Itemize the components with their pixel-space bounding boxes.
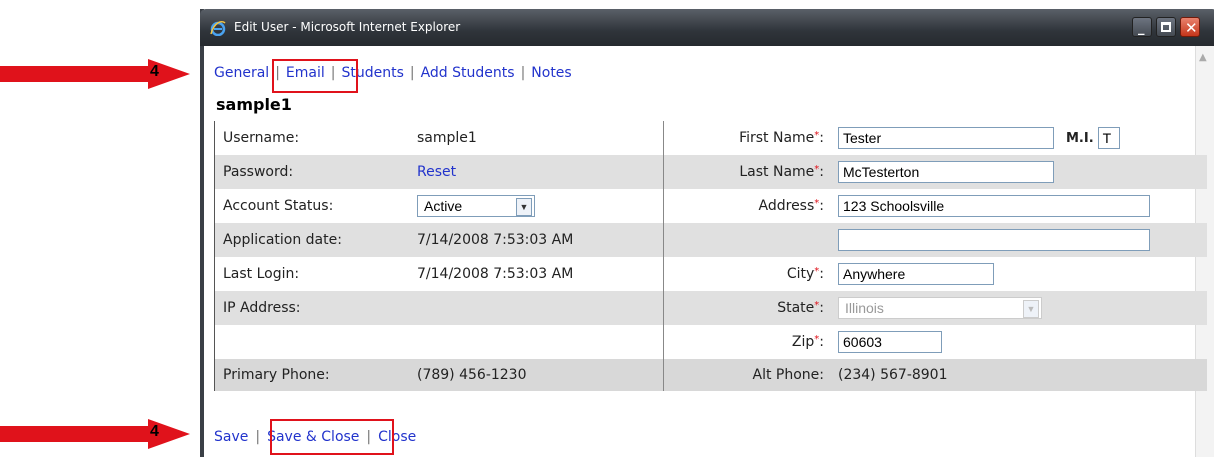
edit-user-window: Edit User - Microsoft Internet Explorer …: [200, 9, 1214, 457]
email-tab-highlight: [272, 59, 358, 93]
arrow-icon: [0, 419, 190, 449]
primary-phone-label: Primary Phone:: [214, 359, 409, 391]
application-date-value: 7/14/2008 7:53:03 AM: [409, 223, 664, 257]
city-label: City: [786, 266, 815, 282]
chevron-down-icon[interactable]: ▼: [1023, 300, 1039, 318]
tab-add-students[interactable]: Add Students: [421, 65, 515, 81]
last-name-label: Last Name: [739, 164, 815, 180]
application-date-label: Application date:: [214, 223, 409, 257]
ip-address-label: IP Address:: [214, 291, 409, 325]
address2-label-cell: [663, 223, 830, 257]
maximize-icon: [1161, 22, 1171, 32]
form-row: Account Status: Active ▼ Address*: 123 Sc…: [214, 189, 1207, 223]
ip-address-value: [409, 291, 664, 325]
reset-password-link[interactable]: Reset: [417, 164, 456, 180]
password-label: Password:: [214, 155, 409, 189]
alt-phone-value: (234) 567-8901: [830, 359, 1207, 391]
primary-phone-value: (789) 456-1230: [409, 359, 664, 391]
last-name-cell: McTesterton: [830, 155, 1207, 189]
zip-label-cell: Zip*:: [663, 325, 830, 359]
username-label: Username:: [214, 121, 409, 155]
state-cell: Illinois ▼: [830, 291, 1207, 325]
zip-cell: 60603: [830, 325, 1207, 359]
callout-number: 4: [150, 423, 159, 440]
tab-notes[interactable]: Notes: [531, 65, 571, 81]
label-colon: :: [819, 164, 824, 180]
chevron-down-icon[interactable]: ▼: [516, 198, 532, 216]
label-colon: :: [819, 300, 824, 316]
address-cell: 123 Schoolsville: [830, 189, 1207, 223]
address-label-cell: Address*:: [663, 189, 830, 223]
zip-label: Zip: [791, 334, 815, 350]
save-link[interactable]: Save: [214, 429, 248, 445]
form-row: Application date: 7/14/2008 7:53:03 AM: [214, 223, 1207, 257]
minimize-icon: _: [1138, 21, 1145, 36]
last-login-label: Last Login:: [214, 257, 409, 291]
empty-cell: [214, 325, 409, 359]
tab-general[interactable]: General: [214, 65, 269, 81]
internet-explorer-icon: [210, 21, 226, 36]
form-row: IP Address: State*: Illinois ▼: [214, 291, 1207, 325]
last-name-label-cell: Last Name*:: [663, 155, 830, 189]
user-form-table: Username: sample1 First Name*: Tester M.I…: [214, 121, 1207, 391]
action-separator: |: [255, 429, 261, 445]
first-name-label-cell: First Name*:: [663, 121, 830, 155]
state-label: State: [777, 300, 815, 316]
account-status-label: Account Status:: [214, 189, 409, 223]
close-icon: ✕: [1185, 19, 1198, 37]
label-colon: :: [819, 266, 824, 282]
title-bar: Edit User - Microsoft Internet Explorer …: [200, 9, 1214, 46]
form-row: Last Login: 7/14/2008 7:53:03 AM City*: …: [214, 257, 1207, 291]
tab-separator: |: [409, 65, 415, 81]
zip-input[interactable]: 60603: [838, 331, 942, 353]
first-name-cell: Tester M.I. T: [830, 121, 1207, 155]
minimize-button[interactable]: _: [1132, 17, 1152, 37]
first-name-input[interactable]: Tester: [838, 127, 1054, 149]
mi-input[interactable]: T: [1097, 127, 1120, 149]
label-colon: :: [819, 198, 824, 214]
city-label-cell: City*:: [663, 257, 830, 291]
username-value: sample1: [417, 130, 477, 146]
city-input[interactable]: Anywhere: [838, 263, 994, 285]
form-row: Zip*: 60603: [214, 325, 1207, 359]
user-heading: sample1: [216, 95, 292, 114]
account-status-value: Active: [424, 198, 463, 214]
callout-arrow-actions: 4: [0, 419, 200, 449]
last-login-value: 7/14/2008 7:53:03 AM: [417, 266, 574, 282]
account-status-cell: Active ▼: [409, 189, 664, 223]
label-colon: :: [819, 334, 824, 350]
maximize-button[interactable]: [1156, 17, 1176, 37]
address2-cell: [830, 223, 1207, 257]
last-name-input[interactable]: McTesterton: [838, 161, 1054, 183]
form-row: Primary Phone: (789) 456-1230 Alt Phone:…: [214, 359, 1207, 391]
state-label-cell: State*:: [663, 291, 830, 325]
scroll-up-icon[interactable]: ▲: [1199, 52, 1207, 63]
address-line1-input[interactable]: 123 Schoolsville: [838, 195, 1150, 217]
empty-cell: [409, 325, 664, 359]
arrow-icon: [0, 59, 190, 89]
state-select[interactable]: Illinois ▼: [838, 297, 1042, 319]
address-label: Address: [758, 198, 815, 214]
alt-phone-label: Alt Phone:: [663, 359, 830, 391]
account-status-select[interactable]: Active ▼: [417, 195, 535, 217]
password-cell: Reset: [409, 155, 664, 189]
address-line2-input[interactable]: [838, 229, 1150, 251]
close-window-button[interactable]: ✕: [1180, 17, 1200, 37]
mi-label: M.I.: [1066, 130, 1094, 146]
city-cell: Anywhere: [830, 257, 1207, 291]
form-row: Username: sample1 First Name*: Tester M.I…: [214, 121, 1207, 155]
callout-arrow-tabs: 4: [0, 59, 200, 89]
form-row: Password: Reset Last Name*: McTesterton: [214, 155, 1207, 189]
label-colon: :: [819, 130, 824, 146]
tab-separator: |: [520, 65, 526, 81]
window-title: Edit User - Microsoft Internet Explorer: [234, 20, 461, 34]
state-value: Illinois: [845, 300, 884, 316]
first-name-label: First Name: [739, 130, 815, 146]
save-close-highlight: [270, 419, 394, 455]
tab-bar: General | Email | Students | Add Students | Note…: [214, 65, 572, 81]
callout-number: 4: [150, 63, 159, 80]
